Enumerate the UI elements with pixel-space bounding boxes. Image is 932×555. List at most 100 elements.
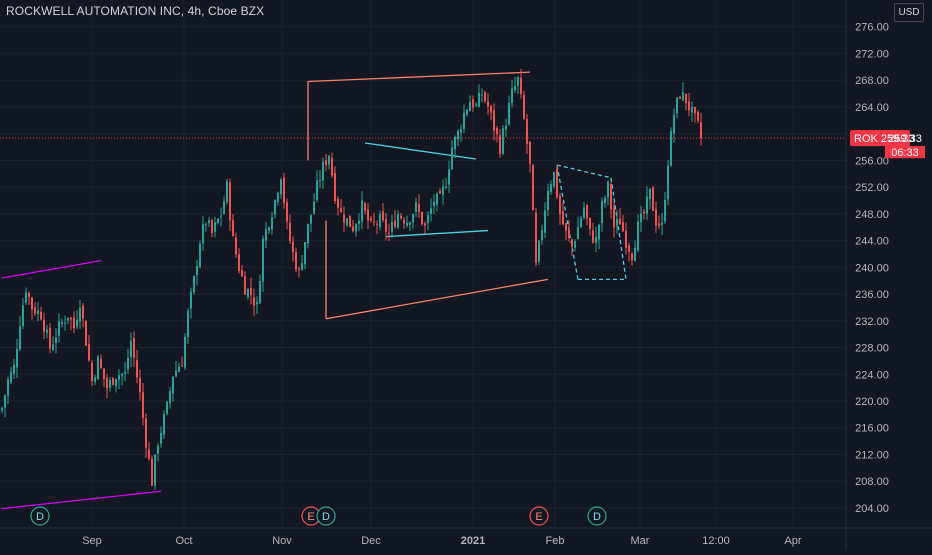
candle-body	[523, 95, 525, 119]
candle-body	[133, 338, 135, 359]
candle-body	[361, 200, 363, 222]
candle-body	[85, 320, 87, 346]
candle-body	[142, 392, 144, 418]
candle-body	[622, 222, 624, 232]
y-tick-label: 212.00	[855, 449, 889, 461]
candle-body	[100, 358, 102, 368]
candle-body	[442, 186, 444, 195]
candle-body	[73, 317, 75, 329]
candle-body	[439, 190, 441, 194]
candle-body	[679, 97, 681, 99]
candle-body	[265, 229, 267, 241]
y-tick-label: 264.00	[855, 102, 889, 114]
candle-body	[319, 179, 321, 181]
candle-body	[367, 209, 369, 221]
candle-body	[97, 356, 99, 380]
x-tick-label: Feb	[546, 535, 565, 547]
candle-body	[397, 214, 399, 228]
candle-body	[244, 276, 246, 295]
x-tick-label: Mar	[631, 535, 650, 547]
candle-body	[241, 270, 243, 277]
chart-title: ROCKWELL AUTOMATION INC, 4h, Cboe BZX	[6, 4, 265, 18]
candlestick-chart[interactable]: 204.00 208.00 212.00 216.00 220.00 224.00 228.…	[0, 0, 932, 550]
candle-body	[520, 77, 522, 94]
candle-body	[28, 293, 30, 297]
currency-label[interactable]: USD	[894, 3, 924, 22]
candle-body	[481, 94, 483, 96]
candle-body	[295, 252, 297, 270]
candle-body	[61, 322, 63, 324]
candle-body	[478, 93, 480, 107]
candle-body	[196, 266, 198, 276]
candle-body	[364, 203, 366, 211]
candle-body	[598, 224, 600, 240]
candle-body	[604, 197, 606, 204]
candle-body	[49, 327, 51, 349]
candle-body	[631, 253, 633, 261]
candle-body	[454, 136, 456, 150]
candle-body	[79, 307, 81, 322]
candle-body	[235, 237, 237, 255]
candle-body	[322, 161, 324, 181]
candle-body	[652, 187, 654, 211]
candle-body	[43, 319, 45, 332]
y-tick-label: 248.00	[855, 209, 889, 221]
candle-body	[550, 184, 552, 193]
candle-body	[220, 215, 222, 217]
y-tick-label: 216.00	[855, 423, 889, 435]
candle-body	[616, 218, 618, 226]
candle-body	[256, 302, 258, 305]
candle-body	[571, 239, 573, 247]
candle-body	[574, 241, 576, 248]
candle-body	[577, 227, 579, 240]
candle-body	[346, 218, 348, 226]
candle-body	[64, 322, 66, 324]
candle-body	[451, 147, 453, 170]
candle-body	[277, 193, 279, 202]
candle-body	[640, 213, 642, 223]
candle-body	[382, 211, 384, 221]
candle-body	[259, 281, 261, 304]
candle-body	[229, 182, 231, 221]
candle-body	[643, 211, 645, 214]
candle-body	[637, 221, 639, 251]
candle-body	[487, 101, 489, 107]
candle-body	[232, 219, 234, 236]
candle-body	[634, 247, 636, 262]
dividend-marker-label: D	[36, 511, 44, 523]
candle-body	[262, 238, 264, 282]
candle-body	[511, 88, 513, 103]
candle-body	[370, 218, 372, 221]
candle-body	[247, 288, 249, 297]
candle-body	[310, 214, 312, 224]
candle-body	[307, 223, 309, 244]
candle-body	[184, 336, 186, 368]
chart-canvas[interactable]: 204.00 208.00 212.00 216.00 220.00 224.00 228.…	[0, 0, 932, 550]
candle-body	[343, 214, 345, 223]
candle-body	[211, 220, 213, 234]
candle-body	[217, 218, 219, 224]
candle-body	[535, 212, 537, 264]
candle-body	[190, 291, 192, 309]
candle-body	[436, 193, 438, 205]
candle-body	[208, 220, 210, 224]
countdown-label: 06:33	[891, 147, 919, 159]
candle-body	[433, 201, 435, 207]
chart-background	[0, 0, 932, 550]
y-tick-label: 236.00	[855, 289, 889, 301]
candle-body	[268, 227, 270, 231]
candle-body	[394, 220, 396, 228]
candle-body	[466, 109, 468, 115]
candle-body	[688, 101, 690, 111]
candle-body	[154, 454, 156, 486]
candle-body	[34, 307, 36, 314]
candle-body	[457, 131, 459, 140]
candle-body	[328, 155, 330, 165]
candle-body	[658, 223, 660, 227]
candle-body	[46, 329, 48, 333]
candle-body	[136, 360, 138, 378]
candle-body	[400, 215, 402, 219]
candle-body	[223, 201, 225, 214]
candle-body	[661, 222, 663, 225]
x-tick-label: 12:00	[702, 535, 730, 547]
